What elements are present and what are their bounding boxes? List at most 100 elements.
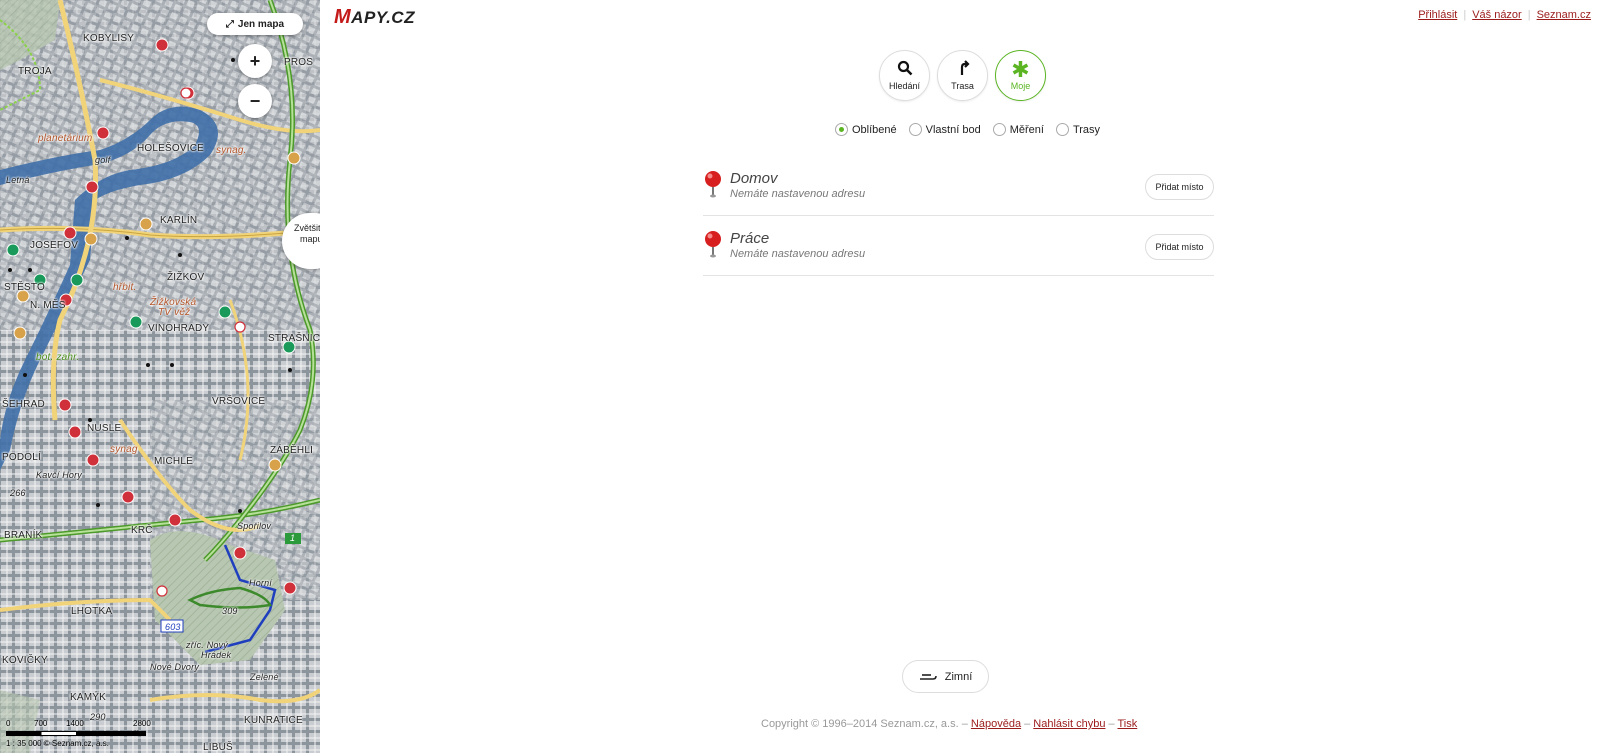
map-label-kovicky: KOVIČKY [2, 655, 48, 666]
map-copyright: 1 : 35 000 © Seznam.cz, a.s. [6, 739, 109, 748]
map-label-kamyk: KAMÝK [70, 692, 107, 703]
map-label-kavci: Kavčí Hory [36, 470, 83, 480]
map-scale: 0 700 1400 2800 m 1 : 35 000 © Seznam.cz… [6, 719, 156, 749]
help-link[interactable]: Nápověda [971, 718, 1021, 730]
map-label-nmesto: N. MĚS [30, 300, 66, 311]
favorite-subtitle: Nemáte nastavenou adresu [730, 188, 866, 200]
separator: | [1527, 9, 1531, 21]
map-pin-icon [705, 231, 721, 258]
minus-icon: − [249, 90, 261, 111]
mode-route-label: Trasa [951, 81, 974, 91]
plus-icon: + [249, 50, 261, 71]
search-icon [897, 60, 913, 79]
radio-checked [835, 123, 848, 136]
tab-routes-label: Trasy [1072, 123, 1101, 136]
winter-map-button[interactable]: Zimní [902, 660, 989, 693]
map-label-homi: Horní [249, 578, 273, 588]
radio-unchecked [908, 123, 922, 136]
map-label-vrsovice: VRŠOVICE [212, 396, 266, 407]
radio-unchecked [992, 123, 1006, 136]
star-icon: ✱ [1011, 56, 1030, 82]
mode-search-button[interactable]: Hledání [879, 50, 930, 101]
map-label-michle: MICHLE [154, 456, 193, 467]
map-canvas[interactable] [0, 0, 320, 753]
favorite-name: Domov [730, 170, 778, 187]
map-label-zabehl: ZÁBĚHLI [270, 445, 314, 456]
map-label-libus: LIBUŠ [203, 742, 233, 753]
tab-favorites[interactable]: Oblíbené [835, 123, 897, 136]
tab-own-point-label: Vlastní bod [925, 123, 981, 136]
only-map-label: Jen mapa [237, 18, 285, 30]
enlarge-map-label-2: mapu [300, 234, 320, 244]
map-label-sehrad: ŠEHRAD [2, 399, 45, 410]
map-label-strasnice: STRAŠNIC [268, 333, 320, 344]
map-label-letna: Letná [6, 175, 30, 185]
app-root: KOBYLISY TROJA PROS HOLEŠOVICE Letná KAR… [0, 0, 1600, 753]
tab-measure[interactable]: Měření [992, 123, 1044, 136]
add-place-button[interactable]: Přidat místo [1145, 234, 1214, 260]
map-label-troja: TROJA [18, 66, 52, 77]
map-label-height266: 266 [10, 488, 26, 498]
map-label-synag2: synag [110, 444, 138, 455]
map-label-botzahr: bot. zahr. [36, 352, 80, 363]
map-label-krc: KRČ [131, 525, 153, 536]
login-link[interactable]: Přihlásit [1418, 9, 1457, 21]
favorite-item-work[interactable]: Práce Nemáte nastavenou adresu Přidat mí… [703, 216, 1214, 276]
top-links: Přihlásit | Váš názor | Seznam.cz [1418, 9, 1591, 21]
map-label-podoli: PODOLÍ [2, 452, 41, 463]
separator: | [1463, 9, 1467, 21]
route-arrow-icon [955, 60, 971, 79]
feedback-link[interactable]: Váš názor [1472, 9, 1522, 21]
map-label-zric: zříc. Nový [186, 640, 229, 650]
scale-tick-0: 0 [6, 719, 11, 728]
seznam-link[interactable]: Seznam.cz [1537, 9, 1591, 21]
favorites-list: Domov Nemáte nastavenou adresu Přidat mí… [703, 156, 1214, 276]
tab-own-point[interactable]: Vlastní bod [908, 123, 981, 136]
map-label-branik: BRANÍK [4, 530, 43, 541]
map-label-prosek: PROS [284, 57, 314, 68]
favorite-item-home[interactable]: Domov Nemáte nastavenou adresu Přidat mí… [703, 156, 1214, 216]
map-label-kunratice: KUNRATICE [244, 715, 303, 726]
ski-icon [919, 673, 937, 680]
print-link[interactable]: Tisk [1117, 718, 1137, 730]
map-label-hradek: Hrádek [201, 650, 232, 660]
map-label-nusle: NUSLE [87, 423, 122, 434]
map-label-hrbit: hřbit. [113, 282, 137, 293]
mode-my-button[interactable]: ✱ Moje [995, 50, 1046, 101]
map-label-holesovice: HOLEŠOVICE [137, 143, 205, 154]
mode-search-label: Hledání [888, 81, 921, 91]
map-label-lhotka: LHOTKA [71, 606, 113, 617]
radio-unchecked [1055, 123, 1069, 136]
scale-bar [6, 731, 146, 736]
map-label-mesto: STĚSTO [4, 282, 46, 293]
only-map-button[interactable]: ⤢ Jen mapa [207, 13, 303, 35]
mapy-logo[interactable]: MAPY.CZ [334, 6, 415, 29]
map-label-synag1: synag. [216, 145, 247, 156]
map-label-tv: TV věž [158, 307, 191, 318]
tab-measure-label: Měření [1009, 123, 1044, 136]
map-label-karlin: KARLÍN [160, 215, 198, 226]
footer-separator: – [1021, 718, 1034, 730]
logo-letter: M [334, 6, 352, 28]
map-label-kobylisy: KOBYLISY [83, 33, 135, 44]
map-label-route603: 603 [165, 622, 181, 632]
map-label-route1: 1 [290, 533, 296, 543]
add-place-button[interactable]: Přidat místo [1145, 174, 1214, 200]
mode-switcher: Hledání Trasa ✱ Moje [879, 50, 1046, 101]
mode-my-label: Moje [1010, 80, 1031, 91]
zoom-in-button[interactable]: + [238, 44, 272, 78]
mode-route-button[interactable]: Trasa [937, 50, 988, 101]
map-label-height309: 309 [222, 606, 238, 616]
footer: Copyright © 1996–2014 Seznam.cz, a.s. – … [761, 718, 1137, 730]
zoom-out-button[interactable]: − [238, 84, 272, 118]
map-view[interactable]: KOBYLISY TROJA PROS HOLEŠOVICE Letná KAR… [0, 0, 320, 753]
map-pin-icon [705, 171, 721, 198]
tab-routes[interactable]: Trasy [1055, 123, 1101, 136]
report-error-link[interactable]: Nahlásit chybu [1033, 718, 1105, 730]
side-panel: MAPY.CZ Přihlásit | Váš názor | Seznam.c… [320, 0, 1600, 753]
logo-text: APY.CZ [351, 8, 415, 27]
favorite-name: Práce [730, 230, 770, 247]
map-label-sporilov: Spořilov [237, 521, 272, 531]
map-label-planetarium: planetárium [38, 133, 93, 144]
my-tabs: Oblíbené Vlastní bod Měření Trasy [835, 123, 1100, 136]
